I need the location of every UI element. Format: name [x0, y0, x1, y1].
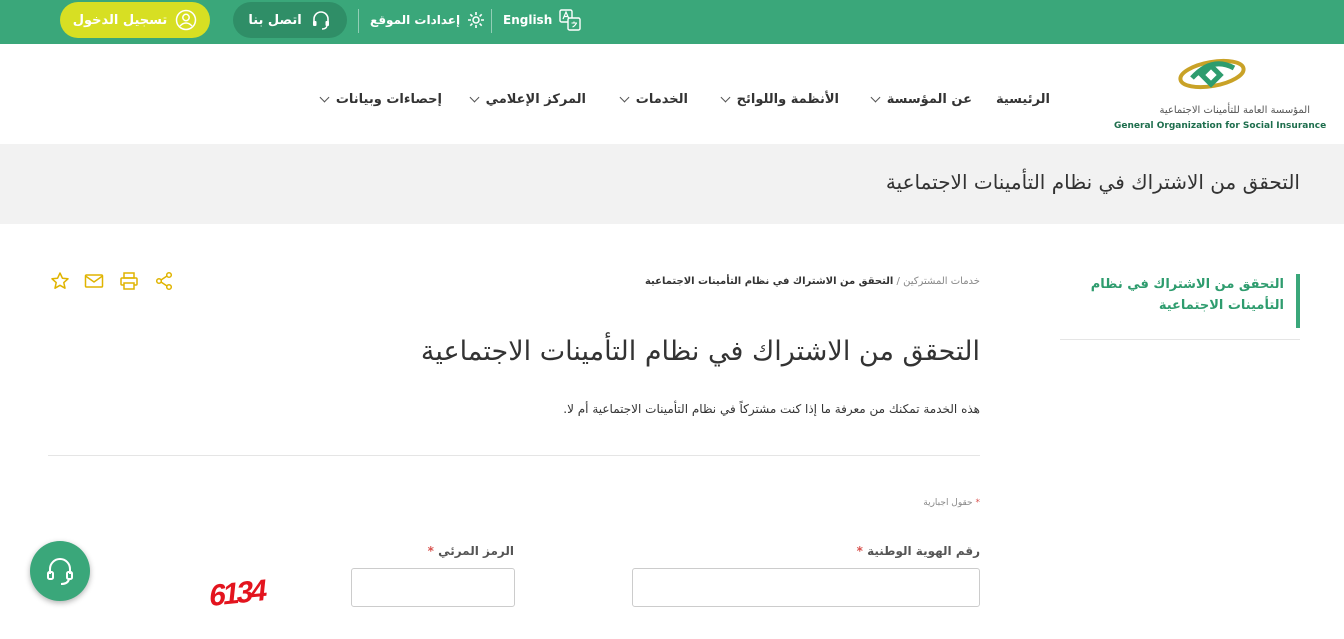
main-header: المؤسسة العامة للتأمينات الاجتماعية Gene…: [0, 44, 1344, 144]
gear-icon: [468, 12, 485, 28]
contact-us-label: اتصل بنا: [248, 12, 302, 28]
chevron-down-icon: [870, 92, 881, 102]
captcha-label: الرمز المرئي *: [428, 544, 514, 558]
nav-regulations-label: الأنظمة واللوائح: [736, 91, 839, 107]
sidebar-item-label: التحقق من الاشتراك في نظام التأمينات الا…: [1090, 277, 1284, 313]
breadcrumb-separator: /: [896, 276, 900, 287]
nav-regulations[interactable]: الأنظمة واللوائح: [720, 88, 839, 110]
chevron-down-icon: [720, 92, 731, 102]
star-icon[interactable]: [50, 271, 70, 291]
login-label: تسجيل الدخول: [72, 12, 168, 28]
headset-icon: [312, 11, 329, 30]
required-star: *: [427, 544, 434, 558]
site-settings-label: إعدادات الموقع: [370, 13, 461, 27]
breadcrumb: خدمات المشتركين / التحقق من الاشتراك في …: [645, 276, 980, 287]
banner-title: التحقق من الاشتراك في نظام التأمينات الا…: [885, 170, 1300, 194]
nav-stats-label: إحصاءات وبيانات: [335, 91, 442, 107]
sidebar-divider: [1060, 339, 1300, 340]
required-fields-note: * حقول اجبارية: [923, 498, 980, 508]
print-icon[interactable]: [119, 271, 139, 291]
required-star: *: [856, 544, 863, 558]
required-star: *: [975, 498, 981, 508]
breadcrumb-parent[interactable]: خدمات المشتركين: [903, 276, 980, 287]
nav-home-label: الرئيسية: [995, 91, 1050, 107]
translate-icon: [559, 9, 581, 31]
chevron-down-icon: [319, 92, 330, 102]
headset-icon: [47, 558, 73, 585]
nav-media-label: المركز الإعلامي: [485, 91, 586, 107]
support-chat-button[interactable]: [30, 541, 90, 601]
captcha-label-text: الرمز المرئي: [438, 544, 514, 558]
national-id-label: رقم الهوية الوطنية *: [857, 544, 980, 558]
content-divider: [48, 455, 980, 456]
user-icon: [176, 9, 197, 31]
logo-english-text: General Organization for Social Insuranc…: [1114, 121, 1327, 131]
login-button[interactable]: تسجيل الدخول: [60, 2, 210, 38]
divider: [358, 9, 359, 33]
page-title: التحقق من الاشتراك في نظام التأمينات الا…: [420, 336, 980, 367]
nav-statistics[interactable]: إحصاءات وبيانات: [319, 88, 442, 110]
nav-about-label: عن المؤسسة: [886, 91, 972, 107]
share-icon[interactable]: [154, 271, 174, 291]
divider: [491, 9, 492, 33]
chevron-down-icon: [619, 92, 630, 102]
chevron-down-icon: [469, 92, 480, 102]
nav-about[interactable]: عن المؤسسة: [870, 88, 972, 110]
captcha-image: 6134: [210, 574, 269, 610]
page-banner: التحقق من الاشتراك في نظام التأمينات الا…: [0, 144, 1344, 224]
mail-icon[interactable]: [84, 271, 104, 291]
contact-us-button[interactable]: اتصل بنا: [233, 2, 347, 38]
language-label: English: [503, 13, 553, 27]
captcha-image-text: 6134: [210, 574, 269, 610]
national-id-label-text: رقم الهوية الوطنية: [867, 544, 980, 558]
language-switch[interactable]: English: [503, 8, 582, 32]
sidebar-item-subscription-check[interactable]: التحقق من الاشتراك في نظام التأمينات الا…: [1060, 274, 1300, 328]
breadcrumb-current: التحقق من الاشتراك في نظام التأمينات الا…: [644, 276, 894, 287]
service-description: هذه الخدمة تمكنك من معرفة ما إذا كنت مشت…: [563, 402, 980, 416]
nav-home[interactable]: الرئيسية: [996, 88, 1050, 110]
nav-services-label: الخدمات: [635, 91, 688, 107]
logo-arabic-text: المؤسسة العامة للتأمينات الاجتماعية: [1159, 105, 1310, 116]
national-id-input[interactable]: [632, 568, 980, 607]
nav-media-center[interactable]: المركز الإعلامي: [469, 88, 586, 110]
required-fields-label: حقول اجبارية: [923, 498, 973, 508]
top-bar: تسجيل الدخول اتصل بنا إعدادات الموقع Eng…: [0, 0, 1344, 44]
captcha-input[interactable]: [351, 568, 515, 607]
site-settings-link[interactable]: إعدادات الموقع: [370, 8, 486, 32]
nav-services[interactable]: الخدمات: [619, 88, 688, 110]
